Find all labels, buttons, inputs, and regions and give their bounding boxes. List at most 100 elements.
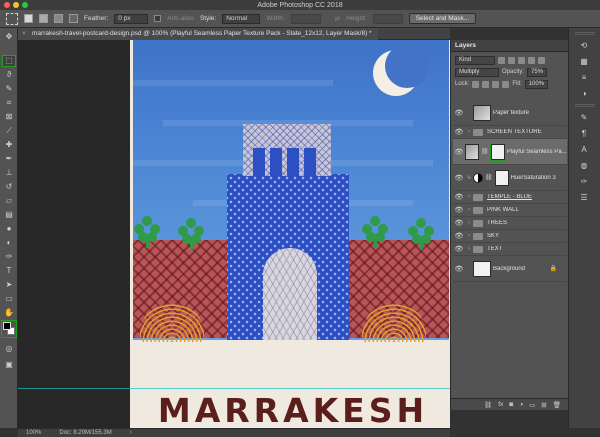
lasso-tool-icon[interactable]: ϑ: [3, 70, 15, 80]
hand-tool-icon[interactable]: ✋: [3, 308, 15, 318]
layer-row[interactable]: 👁 Paper texture: [453, 100, 567, 126]
adjustment-icon[interactable]: ◑: [519, 401, 523, 408]
visibility-eye-icon[interactable]: 👁: [453, 128, 465, 136]
visibility-eye-icon[interactable]: 👁: [453, 265, 465, 273]
filter-type-icon[interactable]: [518, 56, 525, 64]
quick-selection-tool-icon[interactable]: ✎: [3, 84, 15, 94]
eraser-tool-icon[interactable]: ▱: [3, 196, 15, 206]
quick-mask-icon[interactable]: ◎: [3, 344, 15, 354]
filter-shape-icon[interactable]: [528, 56, 535, 64]
dodge-tool-icon[interactable]: ◐: [3, 238, 15, 248]
path-selection-tool-icon[interactable]: ➤: [3, 280, 15, 290]
expand-group-icon[interactable]: ›: [465, 233, 473, 239]
expand-group-icon[interactable]: ›: [465, 207, 473, 213]
subtract-selection-icon[interactable]: [54, 14, 63, 23]
layer-row[interactable]: 👁 › TREES: [453, 217, 567, 230]
trash-icon[interactable]: 🗑: [553, 401, 561, 409]
visibility-eye-icon[interactable]: 👁: [453, 245, 465, 253]
visibility-eye-icon[interactable]: 👁: [453, 193, 465, 201]
visibility-eye-icon[interactable]: 👁: [453, 148, 465, 156]
marquee-tool-preset-icon[interactable]: [6, 12, 18, 25]
layers-panel-tab[interactable]: Layers: [451, 40, 568, 52]
style-select[interactable]: Normal: [222, 13, 261, 24]
layer-filter-select[interactable]: Kind: [455, 55, 495, 65]
minimize-window-button[interactable]: [13, 2, 19, 8]
expand-group-icon[interactable]: ›: [465, 246, 473, 252]
layer-row[interactable]: 👁 ↳ ⛓ Hue/Saturation 3: [453, 165, 567, 191]
fill-input[interactable]: 100%: [524, 79, 549, 89]
add-mask-icon[interactable]: ◙: [509, 401, 513, 408]
expand-group-icon[interactable]: ›: [465, 129, 473, 135]
history-panel-icon[interactable]: ⟲: [579, 40, 589, 50]
adjustments-panel-icon[interactable]: ◑: [579, 88, 589, 98]
visibility-eye-icon[interactable]: 👁: [453, 219, 465, 227]
layer-row[interactable]: 👁 › TEMPLE - BLUE: [453, 191, 567, 204]
layer-row[interactable]: 👁 › SCREEN TEXTURE: [453, 126, 567, 139]
poster-artwork[interactable]: MARRAKESH: [130, 40, 450, 428]
libraries-panel-icon[interactable]: ☰: [579, 192, 589, 202]
zoom-window-button[interactable]: [22, 2, 28, 8]
intersect-selection-icon[interactable]: [69, 14, 78, 23]
canvas-area[interactable]: MARRAKESH: [18, 40, 450, 428]
status-menu-icon[interactable]: ›: [130, 430, 132, 436]
swap-dimensions-icon[interactable]: ⇄: [335, 15, 340, 23]
expand-group-icon[interactable]: ›: [465, 220, 473, 226]
height-input[interactable]: [372, 13, 403, 24]
filter-pixel-icon[interactable]: [498, 56, 505, 64]
crop-tool-icon[interactable]: ⌗: [3, 98, 15, 108]
layer-row-selected[interactable]: 👁 ⛓ Playful Seamless Pa...: [453, 139, 567, 165]
new-layer-icon[interactable]: ⊞: [541, 401, 546, 409]
width-input[interactable]: [290, 13, 321, 24]
swatches-panel-icon[interactable]: ▦: [579, 56, 589, 66]
paths-panel-icon[interactable]: ✑: [579, 176, 589, 186]
layer-mask-thumbnail[interactable]: [494, 169, 509, 186]
rectangular-marquee-tool-icon[interactable]: ⬚: [2, 55, 16, 67]
link-icon[interactable]: ⛓: [485, 174, 493, 181]
brush-panel-icon[interactable]: ✎: [579, 112, 589, 122]
filter-adjustment-icon[interactable]: [508, 56, 515, 64]
add-selection-icon[interactable]: [39, 14, 48, 23]
layer-row[interactable]: 👁 › PINK WALL: [453, 204, 567, 217]
visibility-eye-icon[interactable]: 👁: [453, 174, 465, 182]
eyedropper-tool-icon[interactable]: ⟋: [3, 126, 15, 136]
close-tab-icon[interactable]: ×: [22, 28, 26, 40]
gradient-tool-icon[interactable]: ▤: [3, 210, 15, 220]
lock-all-icon[interactable]: [502, 80, 510, 88]
history-brush-tool-icon[interactable]: ↺: [3, 182, 15, 192]
document-tab[interactable]: × marrakesh-travel-postcard-design.psd @…: [18, 28, 378, 40]
type-tool-icon[interactable]: T: [3, 266, 15, 276]
expand-group-icon[interactable]: ›: [465, 194, 473, 200]
visibility-eye-icon[interactable]: 👁: [453, 206, 465, 214]
paragraph-panel-icon[interactable]: ¶: [579, 128, 589, 138]
pen-tool-icon[interactable]: ✑: [3, 252, 15, 262]
link-layers-icon[interactable]: ⛓: [484, 401, 492, 409]
healing-brush-tool-icon[interactable]: ✚: [3, 140, 15, 150]
brush-tool-icon[interactable]: ✒: [3, 154, 15, 164]
close-window-button[interactable]: [4, 2, 10, 8]
visibility-eye-icon[interactable]: 👁: [453, 109, 465, 117]
lock-transparent-icon[interactable]: [472, 80, 480, 88]
blend-mode-select[interactable]: Multiply: [455, 67, 499, 77]
feather-input[interactable]: 0 px: [114, 13, 149, 24]
color-swatches[interactable]: [1, 320, 17, 338]
layer-mask-thumbnail[interactable]: [489, 142, 506, 161]
properties-panel-icon[interactable]: ≡: [579, 72, 589, 82]
character-panel-icon[interactable]: A: [579, 144, 589, 154]
foreground-color-swatch[interactable]: [3, 322, 11, 330]
new-selection-icon[interactable]: [24, 14, 33, 23]
visibility-eye-icon[interactable]: 👁: [453, 232, 465, 240]
zoom-level[interactable]: 100%: [26, 430, 41, 436]
fx-icon[interactable]: fx: [498, 401, 503, 408]
channels-panel-icon[interactable]: ◍: [579, 160, 589, 170]
opacity-input[interactable]: 75%: [527, 67, 548, 77]
antialias-checkbox[interactable]: [154, 15, 162, 22]
lock-image-icon[interactable]: [482, 80, 490, 88]
frame-tool-icon[interactable]: ⊠: [3, 112, 15, 122]
new-group-icon[interactable]: ▭: [529, 401, 535, 409]
screen-mode-icon[interactable]: ▣: [3, 360, 15, 370]
layer-row[interactable]: 👁 › TEXT: [453, 243, 567, 256]
filter-smart-object-icon[interactable]: [538, 56, 545, 64]
rectangle-tool-icon[interactable]: ▭: [3, 294, 15, 304]
layer-row[interactable]: 👁 › SKY: [453, 230, 567, 243]
blur-tool-icon[interactable]: ●: [3, 224, 15, 234]
